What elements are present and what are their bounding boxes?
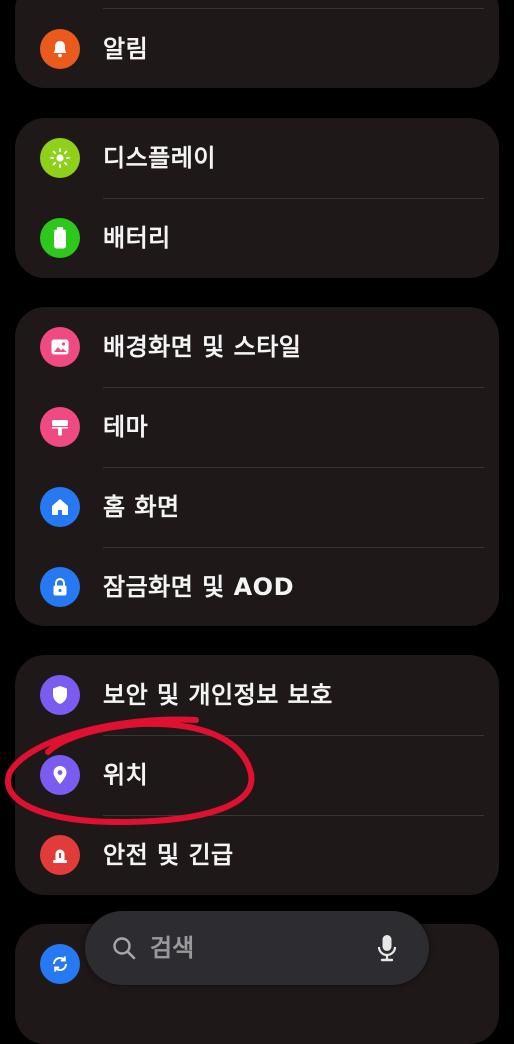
settings-item-safety-emergency[interactable]: 안전 및 긴급 [15, 815, 499, 895]
settings-item-theme[interactable]: 테마 [15, 387, 499, 467]
settings-item-security-privacy[interactable]: 보안 및 개인정보 보호 [15, 655, 499, 735]
settings-group-appearance: 배경화면 및 스타일 테마 홈 화면 잠금화면 및 AOD [15, 307, 499, 626]
settings-item-label: 디스플레이 [103, 144, 216, 172]
settings-item-label: 보안 및 개인정보 보호 [103, 681, 333, 709]
settings-item-wallpaper-style[interactable]: 배경화면 및 스타일 [15, 307, 499, 387]
settings-item-label: 위치 [103, 761, 149, 789]
microphone-icon[interactable] [375, 933, 399, 967]
settings-group-notifications: 알림 [15, 0, 499, 88]
location-pin-icon [40, 755, 80, 795]
emergency-siren-icon [40, 835, 80, 875]
image-icon [40, 327, 80, 367]
settings-item-label: 홈 화면 [103, 493, 180, 521]
settings-item-label: 안전 및 긴급 [103, 841, 234, 869]
shield-icon [40, 675, 80, 715]
settings-group-security: 보안 및 개인정보 보호 위치 안전 및 긴급 [15, 655, 499, 895]
search-icon[interactable] [111, 935, 137, 965]
search-placeholder[interactable]: 검색 [150, 911, 194, 985]
settings-item-display[interactable]: 디스플레이 [15, 118, 499, 198]
battery-icon [40, 218, 80, 258]
lock-icon [40, 567, 80, 607]
settings-group-display: 디스플레이 배터리 [15, 118, 499, 278]
settings-item-home-screen[interactable]: 홈 화면 [15, 467, 499, 547]
settings-item-notifications[interactable]: 알림 [15, 9, 499, 88]
sync-icon [40, 944, 80, 984]
settings-item-label: 테마 [103, 413, 149, 441]
sun-icon [40, 138, 80, 178]
settings-item-label: 잠금화면 및 AOD [103, 573, 295, 601]
settings-item-label: 배경화면 및 스타일 [103, 333, 302, 361]
home-icon [40, 487, 80, 527]
settings-item-battery[interactable]: 배터리 [15, 198, 499, 278]
settings-item-label: 배터리 [103, 224, 171, 252]
search-bar[interactable]: 검색 [85, 911, 429, 985]
bell-icon [40, 29, 80, 69]
settings-item-label: 알림 [103, 35, 149, 63]
settings-item-location[interactable]: 위치 [15, 735, 499, 815]
paint-roller-icon [40, 407, 80, 447]
settings-item-lock-screen-aod[interactable]: 잠금화면 및 AOD [15, 547, 499, 626]
